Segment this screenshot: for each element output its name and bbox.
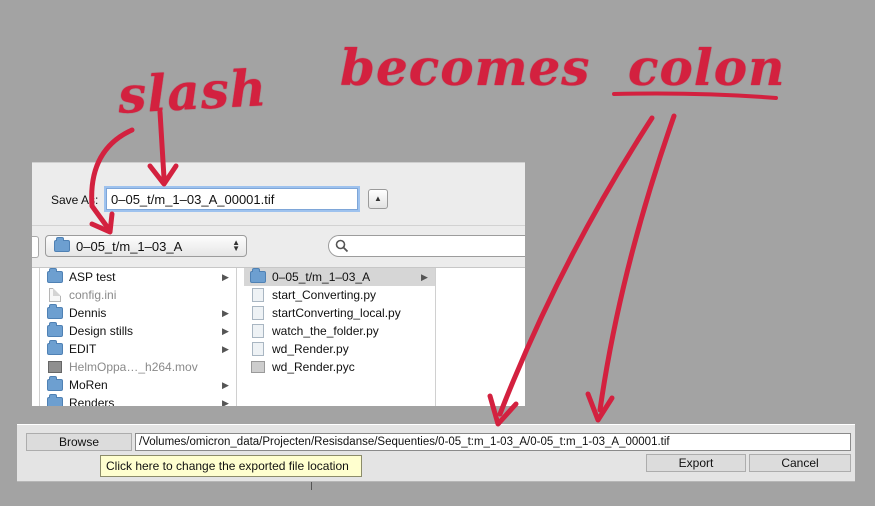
export-path-field[interactable]: /Volumes/omicron_data/Projecten/Resisdan… bbox=[135, 433, 851, 451]
browse-tooltip: Click here to change the exported file l… bbox=[100, 455, 362, 477]
chevron-right-icon: ▶ bbox=[222, 325, 229, 336]
mid-item-name: watch_the_folder.py bbox=[272, 324, 379, 338]
annotation-word-slash: slash bbox=[116, 58, 269, 125]
popup-arrows-icon: ▲ ▼ bbox=[232, 238, 240, 253]
left-item-row[interactable]: Dennis ▶ bbox=[41, 304, 236, 322]
left-item-row[interactable]: ASP test ▶ bbox=[41, 268, 236, 286]
location-popup-label: 0–05_t/m_1–03_A bbox=[76, 238, 183, 254]
py-icon bbox=[252, 306, 264, 320]
py-icon bbox=[252, 324, 264, 338]
folder-icon bbox=[54, 237, 70, 252]
mid-item-name: start_Converting.py bbox=[272, 288, 377, 302]
chevron-right-icon: ▶ bbox=[222, 379, 229, 390]
mid-item-row[interactable]: watch_the_folder.py bbox=[244, 322, 435, 340]
mid-item-name: 0–05_t/m_1–03_A bbox=[272, 270, 371, 284]
browser-column-empty bbox=[437, 268, 525, 406]
mid-item-row[interactable]: wd_Render.pyc bbox=[244, 358, 435, 376]
left-item-row[interactable]: Renders ▶ bbox=[41, 394, 236, 406]
mid-item-row[interactable]: wd_Render.py bbox=[244, 340, 435, 358]
folder-icon bbox=[250, 268, 266, 283]
location-popup[interactable]: 0–05_t/m_1–03_A ▲ ▼ bbox=[45, 235, 247, 257]
left-item-row[interactable]: EDIT ▶ bbox=[41, 340, 236, 358]
dialog-toolbar: 0–05_t/m_1–03_A ▲ ▼ bbox=[32, 225, 525, 261]
cancel-button[interactable]: Cancel bbox=[749, 454, 851, 472]
mid-item-row[interactable]: start_Converting.py bbox=[244, 286, 435, 304]
left-item-name: Design stills bbox=[69, 324, 134, 338]
browser-column-left: ASP test ▶ config.ini Dennis ▶ Design stills ▶… bbox=[41, 268, 237, 406]
left-item-name: EDIT bbox=[69, 342, 97, 356]
mid-item-row[interactable]: 0–05_t/m_1–03_A ▶ bbox=[244, 268, 435, 286]
export-button[interactable]: Export bbox=[646, 454, 746, 472]
annotation-word-becomes: becomes bbox=[340, 38, 591, 97]
mid-item-row[interactable]: startConverting_local.py bbox=[244, 304, 435, 322]
navigation-button[interactable] bbox=[32, 236, 39, 258]
left-item-name: MoRen bbox=[69, 378, 108, 392]
chevron-right-icon: ▶ bbox=[222, 343, 229, 354]
media-icon bbox=[48, 361, 62, 373]
browser-column-mid: 0–05_t/m_1–03_A ▶ start_Converting.pystart… bbox=[244, 268, 436, 406]
browser-column-stub bbox=[32, 268, 40, 406]
folder-icon bbox=[47, 340, 63, 355]
left-item-name: ASP test bbox=[69, 270, 116, 284]
save-dialog: Save As: 0–05_t/m_1–03_A_00001.tif ▲ 0–0… bbox=[32, 162, 525, 406]
left-item-row[interactable]: Design stills ▶ bbox=[41, 322, 236, 340]
arrow-to-path-colon-2 bbox=[597, 113, 677, 413]
column-browser: ASP test ▶ config.ini Dennis ▶ Design stills ▶… bbox=[32, 267, 525, 406]
search-input[interactable] bbox=[328, 235, 525, 257]
collapse-dialog-button[interactable]: ▲ bbox=[368, 189, 388, 209]
left-item-name: HelmOppa…_h264.mov bbox=[69, 360, 198, 374]
chevron-right-icon: ▶ bbox=[222, 271, 229, 282]
left-item-name: config.ini bbox=[69, 288, 117, 302]
left-item-row[interactable]: HelmOppa…_h264.mov bbox=[41, 358, 236, 376]
mid-item-name: wd_Render.py bbox=[272, 342, 349, 356]
magnifier-icon bbox=[335, 239, 349, 253]
folder-icon bbox=[47, 268, 63, 283]
annotation-word-colon: colon bbox=[628, 38, 786, 97]
left-item-row[interactable]: config.ini bbox=[41, 286, 236, 304]
export-panel: Browse /Volumes/omicron_data/Projecten/R… bbox=[17, 424, 855, 482]
save-as-label: Save As: bbox=[51, 193, 99, 207]
folder-icon bbox=[47, 394, 63, 406]
left-item-row[interactable]: MoRen ▶ bbox=[41, 376, 236, 394]
filename-input[interactable]: 0–05_t/m_1–03_A_00001.tif bbox=[106, 188, 358, 210]
folder-icon bbox=[47, 304, 63, 319]
chevron-right-icon: ▶ bbox=[222, 307, 229, 318]
panel-divider-tick bbox=[311, 482, 312, 490]
arrow-to-path-colon-2-head bbox=[585, 391, 615, 423]
folder-icon bbox=[47, 376, 63, 391]
left-item-name: Dennis bbox=[69, 306, 107, 320]
mid-item-name: startConverting_local.py bbox=[272, 306, 401, 320]
pyc-icon bbox=[251, 361, 265, 373]
py-icon bbox=[252, 288, 264, 302]
browse-button[interactable]: Browse bbox=[26, 433, 132, 451]
save-as-row: Save As: 0–05_t/m_1–03_A_00001.tif ▲ bbox=[32, 163, 525, 225]
file-icon bbox=[49, 288, 61, 302]
chevron-right-icon: ▶ bbox=[421, 271, 428, 282]
py-icon bbox=[252, 342, 264, 356]
mid-item-name: wd_Render.pyc bbox=[272, 360, 355, 374]
chevron-right-icon: ▶ bbox=[222, 397, 229, 407]
folder-icon bbox=[47, 322, 63, 337]
left-item-name: Renders bbox=[69, 396, 115, 406]
